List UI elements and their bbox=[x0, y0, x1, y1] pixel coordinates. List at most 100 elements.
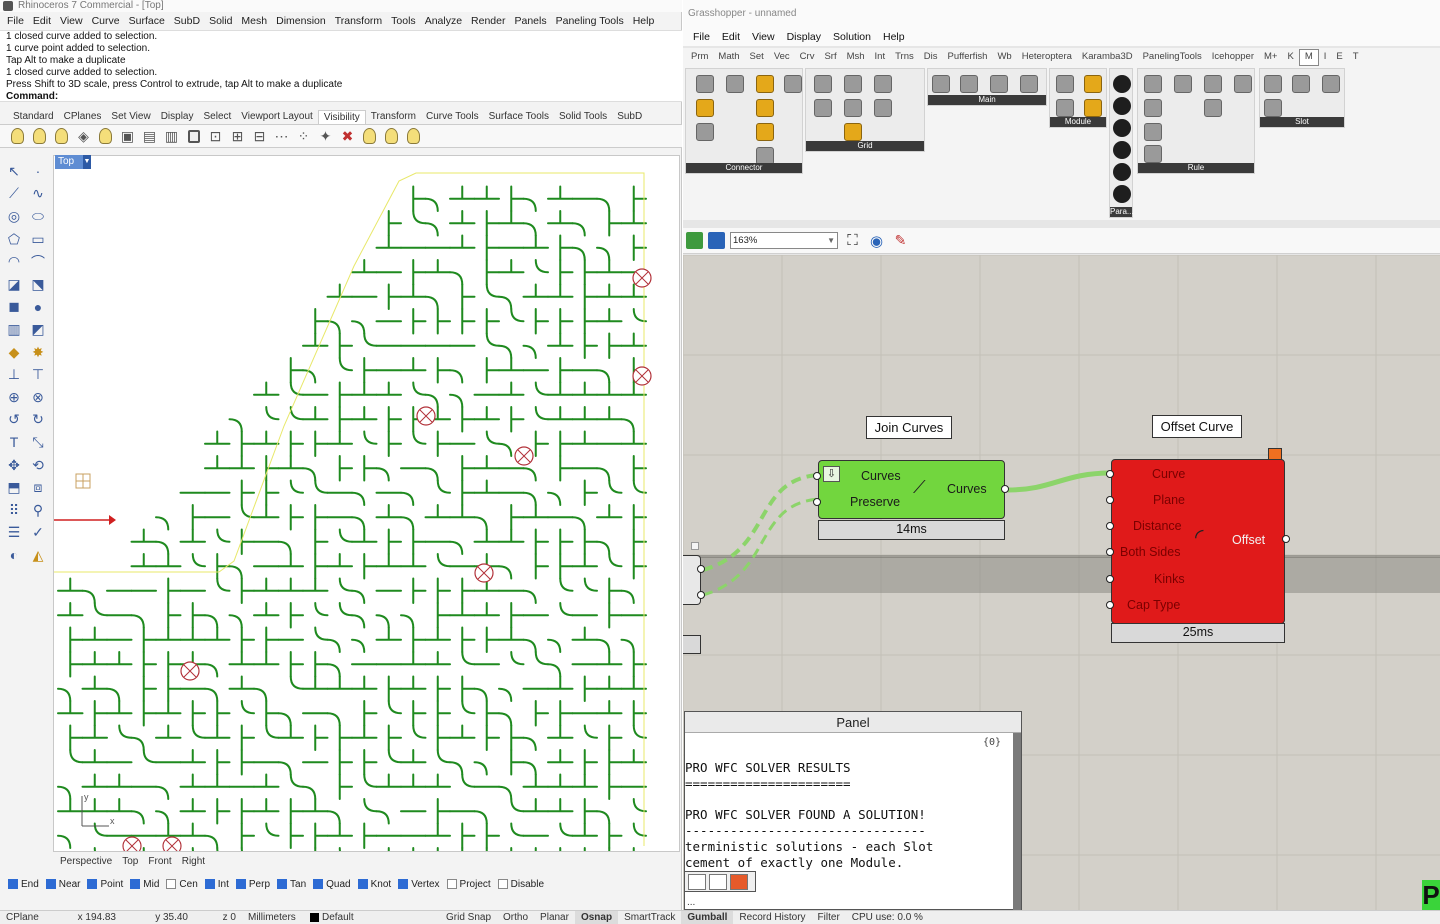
maze-curve[interactable] bbox=[498, 442, 513, 457]
maze-curve[interactable] bbox=[253, 687, 268, 702]
maze-curve[interactable] bbox=[596, 638, 611, 653]
maze-curve[interactable] bbox=[106, 687, 121, 702]
selection-marker[interactable] bbox=[632, 366, 652, 386]
maze-curve[interactable] bbox=[559, 308, 574, 335]
selection-marker[interactable] bbox=[416, 406, 436, 426]
gh-category-e[interactable]: E bbox=[1331, 48, 1347, 66]
plane-input-port[interactable] bbox=[1106, 496, 1114, 504]
maze-curve[interactable] bbox=[142, 700, 157, 727]
maze-curve[interactable] bbox=[338, 724, 353, 751]
maze-curve[interactable] bbox=[387, 724, 402, 751]
maze-curve[interactable] bbox=[424, 651, 451, 666]
scale-icon[interactable]: ⬒ bbox=[3, 476, 25, 499]
maze-curve[interactable] bbox=[461, 479, 476, 506]
rectangle-icon[interactable]: ▭ bbox=[27, 228, 49, 251]
component-icon[interactable] bbox=[756, 123, 774, 141]
maze-curve[interactable] bbox=[510, 651, 525, 666]
maze-curve[interactable] bbox=[534, 651, 549, 666]
maze-curve[interactable] bbox=[204, 663, 219, 678]
maze-curve[interactable] bbox=[485, 724, 500, 751]
gh-category-karamba3d[interactable]: Karamba3D bbox=[1077, 48, 1138, 66]
osnap-end[interactable]: End bbox=[8, 879, 39, 890]
maze-curve[interactable] bbox=[289, 798, 304, 825]
checkbox-icon[interactable] bbox=[87, 879, 98, 889]
maze-curve[interactable] bbox=[583, 283, 598, 310]
menu-analyze[interactable]: Analyze bbox=[422, 13, 468, 30]
maze-curve[interactable] bbox=[179, 822, 206, 837]
maze-curve[interactable] bbox=[461, 406, 476, 433]
maze-curve[interactable] bbox=[596, 283, 623, 298]
maze-curve[interactable] bbox=[449, 504, 476, 519]
maze-curve[interactable] bbox=[583, 749, 598, 776]
component-icon[interactable] bbox=[1174, 75, 1192, 93]
maze-curve[interactable] bbox=[351, 724, 378, 739]
gh-category-srf[interactable]: Srf bbox=[819, 48, 841, 66]
maze-curve[interactable] bbox=[510, 308, 525, 323]
maze-curve[interactable] bbox=[559, 528, 574, 555]
maze-curve[interactable] bbox=[510, 724, 525, 751]
checkbox-icon[interactable] bbox=[277, 879, 288, 889]
maze-curve[interactable] bbox=[559, 553, 574, 580]
maze-curve[interactable] bbox=[608, 577, 623, 604]
maze-curve[interactable] bbox=[620, 749, 647, 764]
maze-curve[interactable] bbox=[155, 724, 182, 739]
maze-curve[interactable] bbox=[461, 455, 476, 482]
maze-curve[interactable] bbox=[240, 822, 255, 849]
maze-curve[interactable] bbox=[620, 332, 647, 347]
osnap-quad[interactable]: Quad bbox=[313, 879, 351, 890]
gh-category-i[interactable]: I bbox=[1319, 48, 1332, 66]
osnap-perp[interactable]: Perp bbox=[235, 879, 270, 890]
osnap-near[interactable]: Near bbox=[45, 879, 80, 890]
status-toggle-osnap[interactable]: Osnap bbox=[574, 910, 619, 924]
maze-curve[interactable] bbox=[583, 259, 598, 286]
maze-curve[interactable] bbox=[302, 406, 329, 421]
maze-curve[interactable] bbox=[253, 798, 280, 813]
maze-curve[interactable] bbox=[302, 369, 317, 384]
menu-edit[interactable]: Edit bbox=[30, 13, 57, 30]
maze-curve[interactable] bbox=[387, 528, 402, 555]
maze-curve[interactable] bbox=[93, 847, 107, 852]
maze-curve[interactable] bbox=[277, 761, 292, 776]
maze-curve[interactable] bbox=[461, 308, 476, 335]
maze-curve[interactable] bbox=[608, 602, 623, 629]
checkbox-icon[interactable] bbox=[166, 879, 177, 889]
maze-curve[interactable] bbox=[559, 602, 574, 617]
toolbar-tab-display[interactable]: Display bbox=[156, 110, 199, 124]
maze-curve[interactable] bbox=[559, 455, 574, 482]
maze-curve[interactable] bbox=[622, 847, 647, 852]
menu-paneling-tools[interactable]: Paneling Tools bbox=[553, 13, 630, 30]
maze-curve[interactable] bbox=[69, 749, 84, 764]
maze-curve[interactable] bbox=[338, 847, 352, 852]
gh-category-icehopper[interactable]: Icehopper bbox=[1207, 48, 1259, 66]
maze-curve[interactable] bbox=[461, 700, 476, 715]
maze-curve[interactable] bbox=[400, 749, 427, 764]
maze-curve[interactable] bbox=[191, 504, 206, 531]
maze-curve[interactable] bbox=[485, 700, 500, 727]
maze-curve[interactable] bbox=[338, 406, 353, 433]
maze-curve[interactable] bbox=[289, 675, 304, 690]
maze-curve[interactable] bbox=[547, 638, 562, 653]
maze-curve[interactable] bbox=[596, 810, 611, 825]
maze-curve[interactable] bbox=[596, 381, 623, 396]
maze-curve[interactable] bbox=[596, 651, 623, 666]
maze-curve[interactable] bbox=[571, 381, 598, 396]
maze-curve[interactable] bbox=[522, 736, 537, 751]
maze-curve[interactable] bbox=[424, 504, 451, 519]
maze-curve[interactable] bbox=[387, 700, 402, 715]
maze-curve[interactable] bbox=[620, 430, 647, 445]
output-port[interactable] bbox=[697, 565, 705, 573]
component-icon[interactable] bbox=[844, 99, 862, 117]
maze-curve[interactable] bbox=[375, 773, 402, 788]
preserve-input-port[interactable] bbox=[813, 498, 821, 506]
maze-curve[interactable] bbox=[314, 724, 329, 751]
maze-curve[interactable] bbox=[424, 259, 451, 274]
maze-curve[interactable] bbox=[424, 626, 451, 641]
maze-curve[interactable] bbox=[363, 430, 378, 445]
maze-curve[interactable] bbox=[485, 283, 500, 298]
maze-curve[interactable] bbox=[240, 626, 255, 653]
maze-curve[interactable] bbox=[596, 406, 623, 421]
maze-curve[interactable] bbox=[475, 847, 500, 852]
maze-curve[interactable] bbox=[338, 357, 353, 372]
maze-curve[interactable] bbox=[473, 687, 488, 702]
maze-curve[interactable] bbox=[400, 614, 415, 629]
